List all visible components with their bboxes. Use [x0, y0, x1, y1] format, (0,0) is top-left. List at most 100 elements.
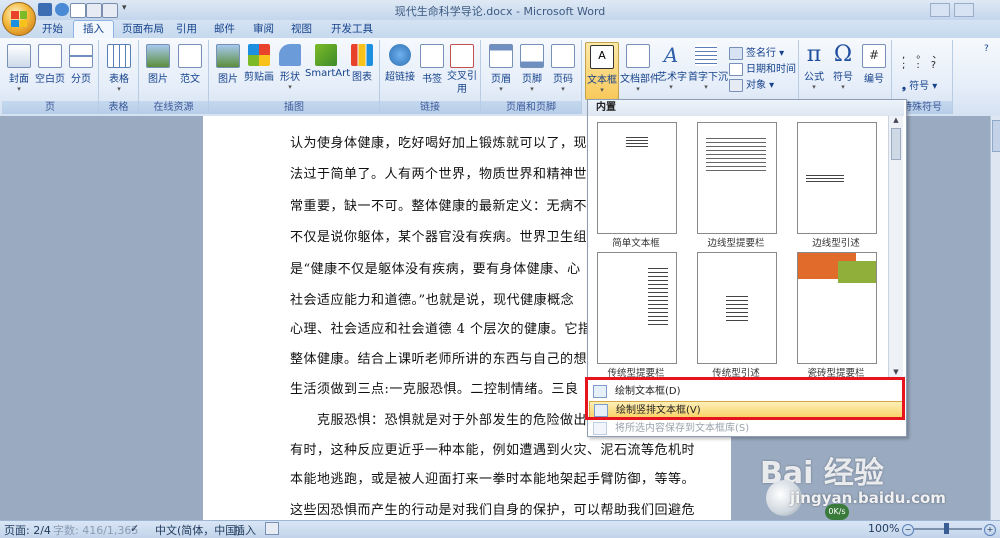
datetime-label: 日期和时间 [746, 64, 796, 75]
scroll-down-icon[interactable]: ▼ [889, 368, 903, 376]
online-picture-button[interactable]: 图片 [143, 44, 173, 85]
tab-review[interactable]: 审阅 [244, 21, 283, 38]
datetime-button[interactable]: 日期和时间 [729, 60, 796, 76]
thumb-text [726, 293, 748, 321]
clipart-button[interactable]: 剪贴画 [243, 44, 275, 83]
window-controls[interactable] [930, 3, 998, 34]
picture-button[interactable]: 图片 [214, 44, 242, 85]
office-logo-icon [11, 11, 27, 27]
undo-icon[interactable] [55, 3, 69, 16]
vertical-scrollbar[interactable] [990, 116, 1000, 520]
header-button[interactable]: 页眉 ▾ [486, 44, 516, 93]
number-button[interactable]: # 编号 [860, 44, 888, 85]
chart-button[interactable]: 图表 [349, 44, 375, 83]
signature-line-button[interactable]: 签名行 ▾ [729, 44, 784, 60]
gallery-item-traditional-quote[interactable] [697, 252, 777, 364]
online-picture-label: 图片 [148, 74, 168, 85]
special-symbol-dropdown[interactable]: ❟ 符号 ▾ [902, 77, 937, 92]
blank-page-button[interactable]: 空白页 [34, 44, 66, 85]
scroll-up-icon[interactable]: ▲ [889, 116, 903, 124]
wordart-button[interactable]: A 艺术字 ▾ [657, 43, 687, 91]
sample-button[interactable]: 范文 [175, 44, 205, 85]
qat-customize-icon[interactable]: ▾ [122, 3, 127, 13]
quickparts-button[interactable]: 文档部件 ▾ [620, 44, 660, 93]
minimize-icon[interactable] [930, 3, 950, 17]
glyph-semicolon[interactable]: ; [902, 60, 916, 71]
special-glyphs-row1[interactable]: ,。、 [902, 46, 953, 61]
shapes-label: 形状 [280, 72, 300, 83]
special-glyphs-row2[interactable]: ;:? [902, 60, 947, 71]
gallery-item-border-quote[interactable] [797, 122, 877, 234]
page-number-label: 页码 [553, 74, 573, 85]
smartart-label: SmartArt [305, 68, 351, 79]
page-break-button[interactable]: 分页 [66, 44, 96, 85]
tab-page-layout[interactable]: 页面布局 [113, 21, 173, 38]
gallery-item-simple[interactable] [597, 122, 677, 234]
dropcap-button[interactable]: 首字下沉 ▾ [688, 44, 728, 91]
gallery-scrollbar[interactable]: ▲ ▼ [888, 116, 903, 378]
tab-insert[interactable]: 插入 [73, 20, 114, 39]
thumb-text [806, 173, 844, 183]
doc-line: 认为使身体健康，吃好喝好加上锻炼就可以了，现 [290, 136, 588, 151]
gallery-item-tile-sidebar[interactable] [797, 252, 877, 364]
zoom-slider-thumb[interactable] [944, 523, 949, 534]
object-button[interactable]: 对象 ▾ [729, 76, 774, 92]
cover-button[interactable]: 封面 ▾ [4, 44, 34, 93]
signature-icon [729, 46, 743, 60]
table-button[interactable]: 表格 ▾ [104, 44, 134, 93]
group-links-label: 链接 [380, 101, 480, 114]
status-words[interactable]: 字数: 416/1,365 [53, 522, 138, 538]
pi-icon: π [806, 42, 822, 67]
new-doc-icon[interactable] [70, 3, 86, 18]
save-to-gallery-item[interactable]: 将所选内容保存到文本框库(S) [589, 420, 903, 437]
tab-mailings[interactable]: 邮件 [205, 21, 244, 38]
equation-button[interactable]: π 公式 ▾ [801, 42, 827, 92]
status-mode[interactable]: 插入 [234, 522, 256, 538]
group-illustrations-label: 插图 [209, 101, 379, 114]
office-button[interactable] [2, 2, 36, 36]
smartart-button[interactable]: SmartArt [305, 44, 351, 79]
status-page[interactable]: 页面: 2/4 [4, 522, 51, 538]
spellcheck-icon[interactable] [102, 3, 118, 18]
blank-page-label: 空白页 [35, 74, 65, 85]
tab-developer[interactable]: 开发工具 [322, 21, 382, 38]
tab-home[interactable]: 开始 [33, 21, 72, 38]
footer-button[interactable]: 页脚 ▾ [517, 44, 547, 93]
print-preview-icon[interactable] [86, 3, 102, 18]
save-icon[interactable] [38, 3, 52, 16]
tab-references[interactable]: 引用 [167, 21, 206, 38]
bookmark-button[interactable]: 书签 [418, 44, 446, 85]
dropcap-icon [695, 44, 717, 66]
gallery-item-traditional-sidebar[interactable] [597, 252, 677, 364]
gallery-scroll-thumb[interactable] [891, 128, 901, 160]
page-number-button[interactable]: 页码 ▾ [548, 44, 578, 93]
gallery-item-label: 简单文本框 [612, 238, 660, 249]
glyph-question[interactable]: ? [931, 60, 947, 71]
scroll-thumb[interactable] [992, 120, 1000, 152]
table-label: 表格 [109, 74, 129, 85]
wordart-icon: A [663, 43, 679, 67]
zoom-in-icon[interactable]: + [984, 524, 996, 536]
shapes-button[interactable]: 形状 ▾ [277, 44, 303, 91]
picture-icon [146, 44, 170, 68]
spellcheck-status-icon[interactable]: ✓ [130, 522, 139, 535]
help-icon[interactable]: ? [984, 44, 996, 58]
status-zoom[interactable]: 100% [868, 522, 899, 535]
symbol-button[interactable]: Ω 符号 ▾ [830, 44, 856, 92]
tab-view[interactable]: 视图 [282, 21, 321, 38]
macro-record-icon[interactable] [265, 522, 279, 535]
chart-label: 图表 [352, 72, 372, 83]
maximize-icon[interactable] [953, 3, 974, 17]
cover-page-icon [7, 44, 31, 68]
symbol-label: 符号 [833, 72, 853, 83]
doc-line: 整体健康。结合上课听老师所讲的东西与自己的想 [290, 352, 588, 367]
zoom-out-icon[interactable]: − [902, 524, 914, 536]
gallery-item-border-sidebar[interactable] [697, 122, 777, 234]
group-pages-label: 页 [2, 101, 98, 114]
textbox-icon: A [590, 45, 614, 69]
hyperlink-button[interactable]: 超链接 [384, 44, 416, 83]
textbox-button[interactable]: A 文本框 ▾ [585, 42, 619, 100]
glyph-colon[interactable]: : [916, 60, 930, 71]
crossref-button[interactable]: 交叉引用 [447, 44, 477, 96]
status-language[interactable]: 中文(简体，中国) [155, 522, 241, 538]
